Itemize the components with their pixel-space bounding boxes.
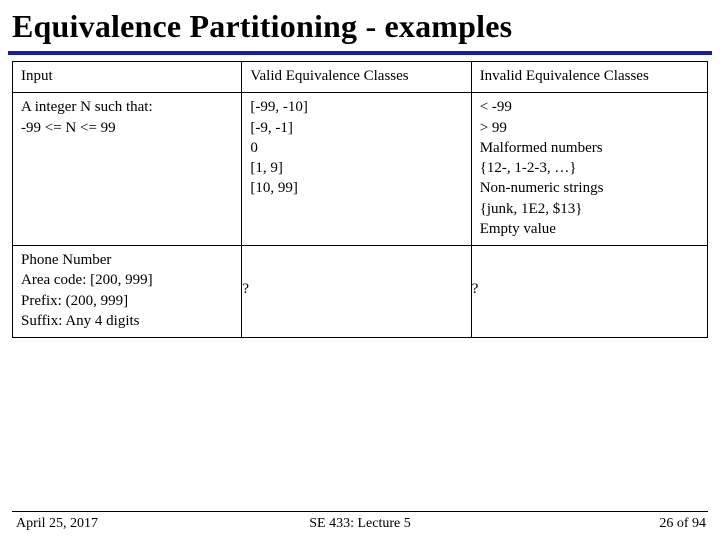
table-header-row: Input Valid Equivalence Classes Invalid … xyxy=(13,62,708,93)
header-input: Input xyxy=(13,62,242,93)
footer-page: 26 of 94 xyxy=(659,516,706,532)
cell-valid: [-99, -10][-9, -1]0[1, 9][10, 99] xyxy=(242,93,471,246)
slide-title: Equivalence Partitioning - examples xyxy=(12,8,708,49)
title-underline xyxy=(8,51,712,55)
cell-input: Phone NumberArea code: [200, 999]Prefix:… xyxy=(13,246,242,338)
table-row: A integer N such that:-99 <= N <= 99 [-9… xyxy=(13,93,708,246)
footer-center: SE 433: Lecture 5 xyxy=(0,516,720,532)
header-valid: Valid Equivalence Classes xyxy=(242,62,471,93)
table-row: Phone NumberArea code: [200, 999]Prefix:… xyxy=(13,246,708,338)
footer-rule xyxy=(12,511,708,512)
cell-valid-question: ? xyxy=(242,246,471,338)
footer-date: April 25, 2017 xyxy=(16,516,98,532)
cell-input: A integer N such that:-99 <= N <= 99 xyxy=(13,93,242,246)
cell-invalid-question: ? xyxy=(471,246,707,338)
footer: April 25, 2017 SE 433: Lecture 5 26 of 9… xyxy=(0,516,720,532)
equivalence-table: Input Valid Equivalence Classes Invalid … xyxy=(12,61,708,338)
slide: Equivalence Partitioning - examples Inpu… xyxy=(0,0,720,540)
header-invalid: Invalid Equivalence Classes xyxy=(471,62,707,93)
cell-invalid: < -99> 99Malformed numbers {12-, 1-2-3, … xyxy=(471,93,707,246)
